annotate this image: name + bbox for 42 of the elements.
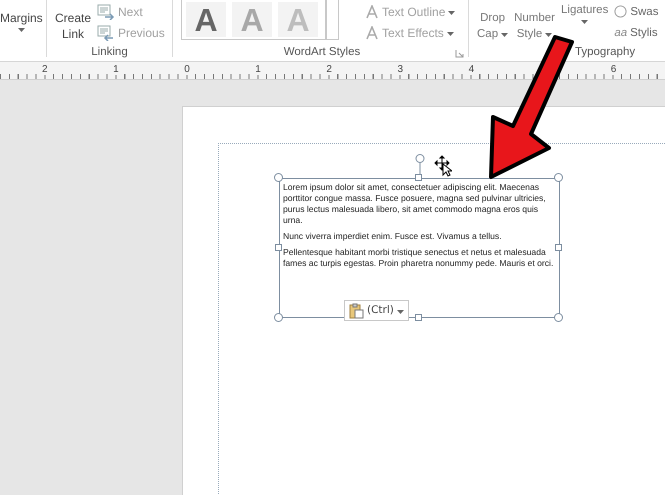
ruler-number: 4 <box>468 64 476 75</box>
ruler-number: 2 <box>325 64 333 75</box>
letter-a-outline-icon <box>365 26 379 40</box>
paragraph: Pellentesque habitant morbi tristique senectus et netus et malesuada fames ac turpis egestas. Proin pharetra nonummy pede. Mauris et orci. <box>283 247 554 269</box>
document-arrow-left-icon <box>97 24 115 40</box>
resize-handle[interactable] <box>555 244 562 251</box>
ruler-number: 2 <box>41 64 49 75</box>
clipboard-icon <box>349 302 364 318</box>
number-style-button[interactable]: Number Style <box>514 10 556 42</box>
group-label: Typography <box>574 45 636 60</box>
swash-button[interactable]: Swas <box>614 1 658 22</box>
create-link-button[interactable]: Create Link <box>55 10 91 42</box>
resize-handle[interactable] <box>415 174 422 181</box>
resize-handle[interactable] <box>275 244 282 251</box>
wordart-style[interactable]: A <box>186 2 226 37</box>
move-cursor-icon <box>434 155 452 177</box>
group-label: Linking <box>90 45 129 60</box>
ligatures-button[interactable]: Ligatures <box>561 2 608 34</box>
margins-button[interactable]: Margins <box>0 10 43 32</box>
caret-icon <box>545 33 552 37</box>
ruler-number: 0 <box>183 64 191 75</box>
paragraph: Nunc viverra imperdiet enim. Fusce est. Vivamus a tellus. <box>283 231 503 242</box>
ruler-number: 6 <box>610 64 618 75</box>
paragraph: Lorem ipsum dolor sit amet, consectetuer adipiscing elit. Maecenas porttitor congue massa. Fusce posuere, magna sed pulvinar ultricies, purus lectus malesuada libero, sit amet commodo magna eros quis urna. <box>283 182 547 226</box>
drop-cap-button[interactable]: Drop Cap <box>477 10 508 42</box>
group-label: WordArt Styles <box>282 45 362 60</box>
dialog-launcher-icon[interactable] <box>455 48 464 58</box>
caret-icon <box>18 28 25 32</box>
ruler-number: 1 <box>112 64 120 75</box>
letter-a-outline-icon <box>365 4 379 18</box>
caret-icon <box>501 33 508 37</box>
caret-icon <box>448 10 456 14</box>
paste-options-button[interactable]: (Ctrl) <box>344 300 409 321</box>
letter-circle-icon <box>614 5 628 18</box>
document-arrow-right-icon <box>97 4 115 20</box>
caret-icon <box>446 32 454 36</box>
caret-icon <box>581 20 588 24</box>
ruler-number: 1 <box>254 64 262 75</box>
caret-icon <box>396 310 404 314</box>
stylistic-set-button[interactable]: aa Stylis <box>614 22 658 43</box>
resize-handle[interactable] <box>415 314 422 321</box>
ruler-number: 3 <box>396 64 404 75</box>
